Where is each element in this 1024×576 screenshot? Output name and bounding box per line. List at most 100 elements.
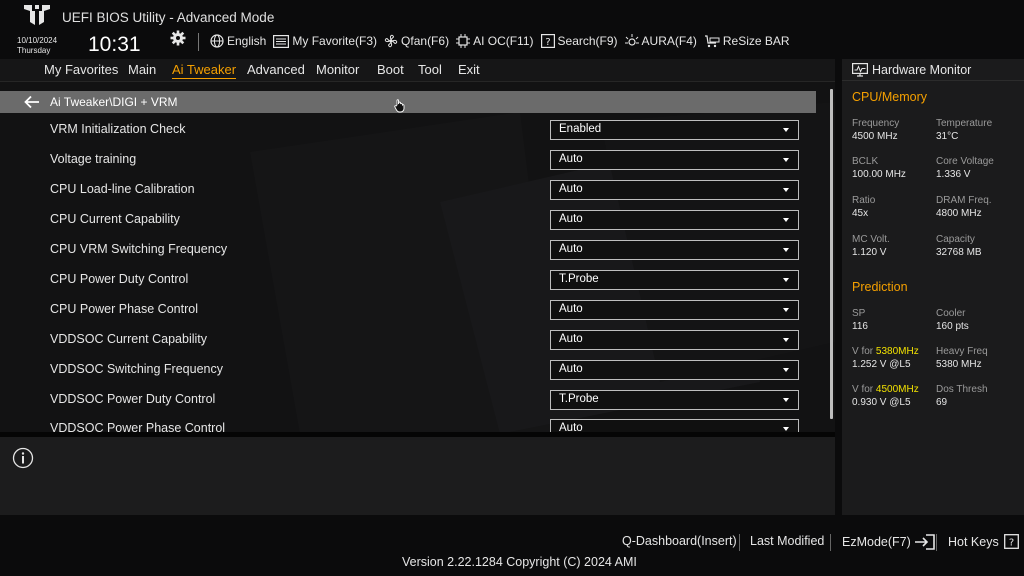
- setting-dropdown[interactable]: Auto: [550, 210, 799, 230]
- clock-time: 10:31: [88, 33, 141, 56]
- setting-dropdown[interactable]: Auto: [550, 180, 799, 200]
- tuf-logo-icon: [24, 5, 50, 25]
- search-button[interactable]: ? Search(F9): [540, 34, 618, 48]
- setting-dropdown[interactable]: Auto: [550, 330, 799, 350]
- bclk-stat: BCLK 100.00 MHz: [852, 155, 938, 182]
- gear-icon[interactable]: [170, 30, 186, 46]
- breadcrumb-bar: Ai Tweaker\DIGI + VRM: [0, 91, 816, 113]
- dram-freq-stat: DRAM Freq. 4800 MHz: [936, 194, 1022, 221]
- setting-dropdown[interactable]: T.Probe: [550, 270, 799, 290]
- svg-text:?: ?: [1009, 538, 1014, 549]
- info-icon: [12, 447, 34, 469]
- setting-label: VRM Initialization Check: [50, 122, 186, 136]
- stat-label: Ratio: [852, 195, 876, 206]
- stat-value: 32768 MB: [936, 247, 982, 258]
- hot-keys-label: Hot Keys: [948, 534, 999, 549]
- setting-label: CPU Power Phase Control: [50, 302, 198, 316]
- hot-keys-button[interactable]: Hot Keys ?: [948, 534, 1019, 549]
- heavy-freq-stat: Heavy Freq 5380 MHz: [936, 345, 1022, 372]
- tab-monitor[interactable]: Monitor: [316, 62, 359, 77]
- exit-arrow-icon: [914, 534, 935, 550]
- tab-tool[interactable]: Tool: [418, 62, 442, 77]
- stat-value: 1.120 V: [852, 247, 887, 258]
- stat-label: DRAM Freq.: [936, 195, 992, 206]
- last-modified-button[interactable]: Last Modified: [750, 534, 824, 548]
- ezmode-button[interactable]: EzMode(F7): [842, 534, 936, 550]
- tab-main[interactable]: Main: [128, 62, 156, 77]
- stat-value: 45x: [852, 208, 869, 219]
- aura-button[interactable]: AURA(F4): [624, 34, 697, 48]
- caret-down-icon: [783, 368, 789, 372]
- header-bar: UEFI BIOS Utility - Advanced Mode 10/10/…: [0, 0, 1024, 60]
- tab-boot[interactable]: Boot: [377, 62, 404, 77]
- setting-dropdown[interactable]: Auto: [550, 300, 799, 320]
- footer-bar: Q-Dashboard(Insert) Last Modified EzMode…: [0, 515, 1024, 576]
- back-arrow-icon[interactable]: [24, 95, 40, 109]
- search-icon: ?: [540, 34, 555, 48]
- resize-bar-label: ReSize BAR: [722, 34, 790, 48]
- v-for-frequency: 4500MHz: [875, 384, 919, 395]
- stat-label: V for 4500MHz: [852, 383, 938, 396]
- caret-down-icon: [783, 218, 789, 222]
- footer-separator: [936, 534, 937, 551]
- setting-dropdown[interactable]: Auto: [550, 150, 799, 170]
- tab-my-favorites[interactable]: My Favorites: [44, 62, 118, 77]
- dropdown-value: Enabled: [559, 123, 602, 135]
- stat-value: 4800 MHz: [936, 208, 982, 219]
- setting-dropdown[interactable]: Auto: [550, 360, 799, 380]
- caret-down-icon: [783, 308, 789, 312]
- cooler-stat: Cooler 160 pts: [936, 307, 1022, 334]
- qfan-label: Qfan(F6): [401, 34, 450, 48]
- globe-icon: [210, 34, 224, 48]
- stat-value: 4500 MHz: [852, 131, 898, 142]
- help-panel: [0, 437, 835, 515]
- help-icon: ?: [1003, 534, 1019, 549]
- q-dashboard-button[interactable]: Q-Dashboard(Insert): [622, 534, 737, 548]
- aura-label: AURA(F4): [641, 34, 697, 48]
- setting-label: CPU Load-line Calibration: [50, 182, 195, 196]
- setting-dropdown[interactable]: T.Probe: [550, 390, 799, 410]
- my-favorite-label: My Favorite(F3): [292, 34, 378, 48]
- stat-value: 1.336 V: [936, 169, 971, 180]
- dos-thresh-stat: Dos Thresh 69: [936, 383, 1022, 410]
- tab-exit[interactable]: Exit: [458, 62, 480, 77]
- setting-label: VDDSOC Switching Frequency: [50, 362, 223, 376]
- cpu-memory-heading: CPU/Memory: [852, 90, 928, 104]
- dropdown-value: Auto: [559, 363, 583, 375]
- caret-down-icon: [783, 278, 789, 282]
- setting-dropdown[interactable]: Auto: [550, 240, 799, 260]
- dropdown-value: Auto: [559, 303, 583, 315]
- setting-row-cpu-load-line-calibration: CPU Load-line Calibration Auto: [0, 180, 816, 212]
- stat-value: 0.930 V @L5: [852, 397, 911, 408]
- stat-value: 116: [852, 321, 868, 332]
- caret-down-icon: [783, 188, 789, 192]
- stat-label: Heavy Freq: [936, 346, 988, 357]
- capacity-stat: Capacity 32768 MB: [936, 233, 1022, 260]
- stat-value: 160 pts: [936, 321, 969, 332]
- stat-value: 69: [936, 397, 948, 408]
- my-favorite-button[interactable]: My Favorite(F3): [273, 34, 377, 48]
- tab-ai-tweaker[interactable]: Ai Tweaker: [172, 62, 237, 79]
- stat-value: 1.252 V @L5: [852, 359, 911, 370]
- hardware-monitor-header: Hardware Monitor: [842, 59, 1024, 81]
- resize-bar-button[interactable]: ReSize BAR: [704, 34, 790, 48]
- breadcrumb: Ai Tweaker\DIGI + VRM: [50, 95, 178, 109]
- dropdown-value: T.Probe: [559, 273, 599, 285]
- caret-down-icon: [783, 338, 789, 342]
- favorite-icon: [273, 34, 290, 48]
- stat-label: Capacity: [936, 234, 975, 245]
- setting-label: Voltage training: [50, 152, 137, 166]
- dropdown-value: Auto: [559, 183, 583, 195]
- tab-advanced[interactable]: Advanced: [247, 62, 305, 77]
- qfan-button[interactable]: Qfan(F6): [384, 34, 449, 48]
- footer-separator: [830, 534, 831, 551]
- ai-oc-label: AI OC(F11): [473, 34, 534, 48]
- prediction-heading: Prediction: [852, 280, 908, 294]
- stat-label: Temperature: [936, 118, 993, 129]
- dropdown-value: Auto: [559, 213, 583, 225]
- setting-dropdown[interactable]: Enabled: [550, 120, 799, 140]
- dropdown-value: Auto: [559, 153, 583, 165]
- settings-scrollbar[interactable]: [830, 89, 833, 419]
- ai-oc-button[interactable]: AI OC(F11): [456, 34, 534, 48]
- language-button[interactable]: English: [210, 34, 266, 48]
